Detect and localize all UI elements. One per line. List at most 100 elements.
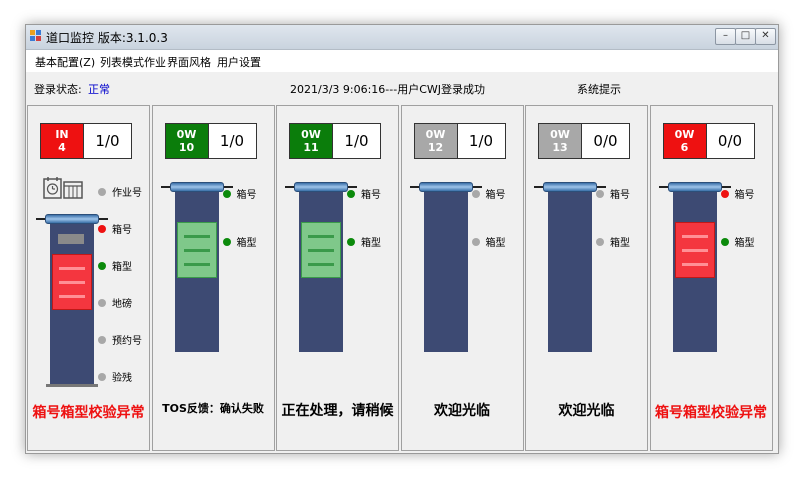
clock-calculator-icons (42, 176, 84, 200)
indicator-箱号: 箱号 (347, 186, 381, 201)
container-stripe (183, 235, 210, 238)
title-bar: 道口监控 版本:3.1.0.3 – □ ✕ (26, 25, 778, 50)
indicator-地磅: 地磅 (98, 295, 132, 310)
status-message: 2021/3/3 9:06:16---用户CWJ登录成功 (290, 83, 486, 96)
status-dot (98, 298, 106, 307)
indicator-箱号: 箱号 (596, 186, 630, 201)
status-dot (222, 237, 231, 246)
maximize-button[interactable]: □ (735, 28, 756, 45)
lane-count: 0/0 (582, 123, 630, 159)
menu-user-settings[interactable]: 用户设置 (217, 54, 261, 70)
indicator-作业号: 作业号 (98, 184, 142, 199)
indicator-箱型: 箱型 (347, 234, 381, 249)
indicator-箱号: 箱号 (471, 186, 506, 201)
lane-count: 1/0 (84, 123, 132, 159)
status-bar: 登录状态: 正常 2021/3/3 9:06:16---用户CWJ登录成功 系统… (26, 72, 778, 102)
truck-cab-window (58, 234, 84, 244)
container-box (52, 254, 92, 310)
indicator-箱型: 箱型 (471, 234, 506, 249)
indicator-箱号: 箱号 (98, 221, 132, 236)
container-stripe (183, 249, 210, 252)
indicator-label: 箱号 (485, 190, 506, 201)
truck-bumper (46, 384, 98, 387)
indicator-箱号: 箱号 (222, 186, 257, 201)
system-hint: 系统提示 (577, 83, 621, 96)
truck-windshield (667, 182, 722, 192)
indicator-label: 箱型 (112, 262, 132, 273)
truck-icon (658, 182, 731, 356)
lane-message: 欢迎光临 (434, 403, 490, 419)
lane-direction: 0W (425, 128, 446, 141)
lane-count: 0/0 (706, 123, 755, 159)
indicator-label: 箱型 (485, 238, 506, 249)
container-stripe (308, 249, 334, 252)
indicator-label: 作业号 (112, 188, 142, 199)
truck-windshield (169, 182, 224, 192)
container-box (301, 222, 341, 278)
container-box (674, 222, 715, 278)
status-dot (720, 189, 729, 198)
status-dot (471, 237, 480, 246)
container-box (176, 222, 217, 278)
lane-count: 1/0 (457, 123, 506, 159)
lane-number: 6 (680, 141, 689, 154)
menu-bar: 基本配置(Z) 列表模式作业 界面风格 用户设置 (26, 50, 778, 72)
lane-message: 欢迎光临 (558, 403, 615, 419)
login-status-value: 正常 (88, 83, 110, 96)
lane-message: 箱号箱型校验异常 (655, 405, 767, 421)
indicator-箱型: 箱型 (98, 258, 132, 273)
truck-mirror-right (98, 218, 108, 220)
close-button[interactable]: ✕ (755, 28, 776, 45)
lane-direction: 0W (674, 128, 695, 141)
window-title: 道口监控 版本:3.1.0.3 (46, 31, 168, 45)
truck-windshield (418, 182, 473, 192)
menu-basic-config[interactable]: 基本配置(Z) (35, 54, 95, 70)
truck-windshield (543, 182, 597, 192)
container-stripe (59, 281, 85, 284)
status-dot (720, 237, 729, 246)
indicator-label: 箱型 (610, 238, 630, 249)
lane-badge: 0W 6 (662, 123, 707, 159)
lane-direction: IN (55, 128, 69, 141)
menu-list-mode[interactable]: 列表模式作业 (100, 54, 166, 70)
status-dot (596, 237, 604, 246)
indicator-label: 箱号 (112, 225, 132, 236)
indicator-预约号: 预约号 (98, 332, 142, 347)
indicator-label: 地磅 (112, 299, 132, 310)
status-dot (98, 261, 106, 270)
lane-badge: 0W 13 (538, 123, 582, 159)
lane-panels: IN 4 1/0 作业号 箱号 箱型 地磅 预约号 验残 箱号箱型校验异常 0W 10 1/0 箱号 箱型 T… (26, 105, 778, 453)
container-stripe (59, 267, 85, 270)
lane-number: 10 (178, 141, 195, 154)
status-dot (596, 189, 604, 198)
lane-message: TOS反馈：确认失败 (162, 402, 264, 415)
lane-panel: 0W 10 1/0 箱号 箱型 TOS反馈：确认失败 (151, 105, 275, 451)
indicator-label: 箱型 (236, 238, 257, 249)
truck-icon (534, 182, 606, 356)
indicator-label: 箱号 (610, 190, 630, 201)
truck-body (423, 192, 468, 352)
status-dot (471, 189, 480, 198)
truck-icon (409, 182, 482, 356)
truck-icon (160, 182, 233, 356)
container-stripe (183, 263, 210, 266)
app-icon (30, 30, 42, 42)
indicator-箱型: 箱型 (596, 234, 630, 249)
truck-body (548, 192, 592, 352)
lane-number: 4 (58, 141, 66, 154)
indicator-验残: 验残 (98, 369, 132, 384)
menu-interface-style[interactable]: 界面风格 (167, 54, 211, 70)
status-dot (98, 224, 106, 233)
container-stripe (59, 295, 85, 298)
lane-badge: 0W 10 (164, 123, 209, 159)
lane-badge: 0W 12 (413, 123, 458, 159)
indicator-label: 预约号 (112, 336, 142, 347)
minimize-button[interactable]: – (715, 28, 736, 45)
container-stripe (308, 263, 334, 266)
lane-badge: 0W 11 (289, 123, 333, 159)
truck-icon (285, 182, 357, 356)
lane-direction: 0W (301, 128, 321, 141)
container-stripe (681, 249, 708, 252)
indicator-箱号: 箱号 (720, 186, 755, 201)
status-dot (347, 189, 355, 198)
